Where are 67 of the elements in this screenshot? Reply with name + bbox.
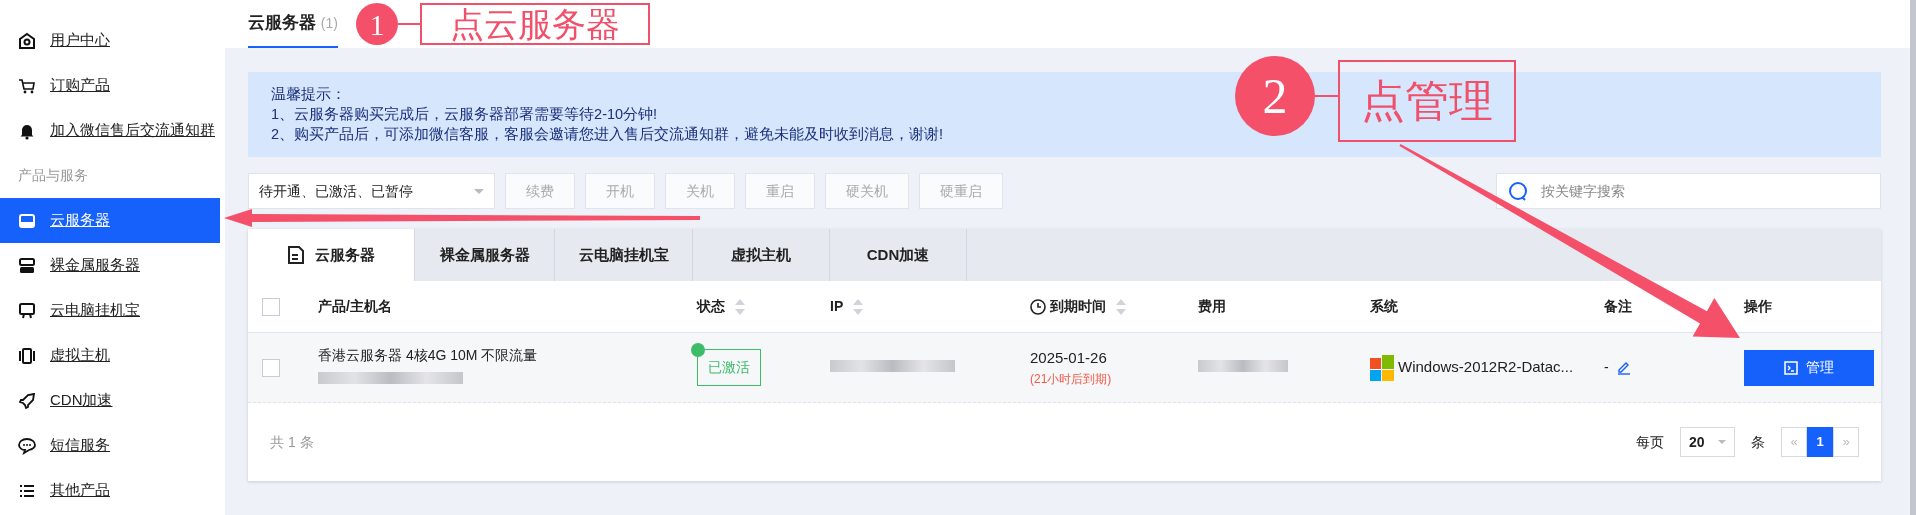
document-icon (287, 246, 305, 264)
checkbox[interactable] (262, 297, 280, 316)
column-header[interactable]: IP (830, 296, 864, 317)
column-header[interactable]: 状态 (697, 296, 745, 317)
sidebar-item[interactable]: 短信服务 (0, 423, 225, 468)
column-header: 产品/主机名 (318, 297, 392, 316)
tab[interactable]: 裸金属服务器 (415, 229, 555, 281)
sidebar-item[interactable]: 裸金属服务器 (0, 243, 225, 288)
sort-icon (1116, 298, 1126, 315)
column-header[interactable]: 到期时间 (1050, 296, 1126, 317)
rocket-icon (18, 391, 36, 410)
sidebar-item[interactable]: 云电脑挂机宝 (0, 288, 225, 333)
home-icon (18, 31, 36, 50)
caret-icon (474, 188, 484, 194)
sidebar-item[interactable]: CDN加速 (0, 378, 225, 423)
tab[interactable]: 虚拟主机 (693, 229, 830, 281)
chat-bubble-icon (18, 436, 36, 455)
sidebar-item[interactable]: 订购产品 (0, 63, 225, 108)
scrollbar[interactable] (1910, 0, 1916, 515)
sidebar-item[interactable]: 用户中心 (0, 18, 225, 63)
unit-label: 条 (1751, 432, 1765, 452)
product-name: 香港云服务器 4核4G 10M 不限流量 (318, 346, 539, 365)
checkbox[interactable] (262, 358, 280, 377)
search-field[interactable]: 按关键字搜索 (1496, 173, 1881, 209)
sidebar-item[interactable]: 其他产品 (0, 468, 225, 513)
callout-label: 点管理 (1338, 60, 1516, 142)
tab[interactable]: CDN加速 (830, 229, 967, 281)
server-icon (18, 211, 36, 230)
sort-icon (853, 298, 864, 315)
leader-line (1314, 95, 1339, 97)
windows-logo-icon (1370, 354, 1394, 381)
page-title-tab[interactable]: 云服务器 (1) (248, 9, 338, 48)
sort-icon (735, 298, 745, 315)
column-header: 操作 (1744, 297, 1772, 316)
total-count: 共 1 条 (270, 432, 314, 452)
frame-icon (18, 346, 36, 365)
tab[interactable]: 云电脑挂机宝 (555, 229, 693, 281)
edit-pencil-icon (1616, 360, 1631, 375)
column-header: 备注 (1604, 297, 1632, 316)
callout-label: 点云服务器 (420, 3, 650, 45)
sidebar-item[interactable]: 云服务器 (0, 198, 220, 243)
server-rack-icon (18, 256, 36, 275)
system-name: Windows-2012R2-Datac... (1398, 357, 1574, 378)
notice-text: 2、购买产品后，可添加微信客服，客服会邀请您进入售后交流通知群，避免未能及时收到消息，谢谢! (271, 125, 944, 144)
sidebar-item[interactable]: 加入微信售后交流通知群 (0, 108, 225, 153)
status-select[interactable]: 待开通、已激活、已暂停 (248, 173, 495, 209)
caret-icon (1718, 440, 1726, 444)
section-label: 产品与服务 (17, 166, 89, 185)
page-size-select[interactable]: 20 (1680, 427, 1735, 457)
page-button[interactable]: 1 (1807, 427, 1833, 457)
notice-title: 温馨提示： (271, 85, 346, 104)
column-header: 系统 (1370, 297, 1398, 316)
expiry-date: 2025-01-26 (1030, 348, 1108, 369)
monitor-icon (18, 301, 36, 320)
manage-button[interactable]: 管理 (1744, 349, 1874, 386)
remark-text: - (1604, 358, 1609, 377)
notice-text: 1、云服务器购买完成后，云服务器部署需要等待2-10分钟! (271, 105, 658, 124)
terminal-icon (1784, 360, 1798, 375)
column-header: 费用 (1198, 297, 1226, 316)
per-page-label: 每页 (1636, 432, 1664, 452)
sidebar-item[interactable]: 虚拟主机 (0, 333, 225, 378)
expiry-note: (21小时后到期) (1030, 370, 1113, 388)
cart-icon (18, 76, 36, 95)
search-icon (1508, 181, 1528, 201)
clock-icon (1030, 298, 1046, 315)
leader-line (397, 23, 421, 25)
tab[interactable]: 云服务器 (248, 229, 415, 281)
